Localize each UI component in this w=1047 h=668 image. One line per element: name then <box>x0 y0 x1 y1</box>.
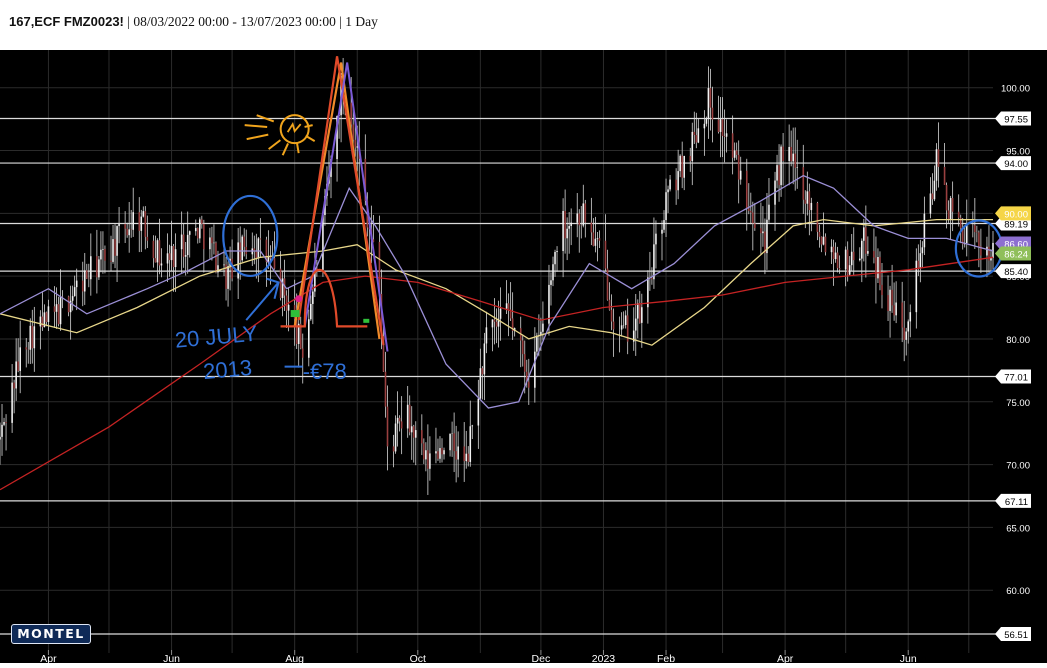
flower-icon <box>295 295 303 303</box>
range-details: | 08/03/2022 00:00 - 13/07/2023 00:00 | … <box>123 14 378 29</box>
x-tick-label: Aug <box>285 653 304 663</box>
current-price-label: 90.00 <box>1004 209 1028 220</box>
montel-logo: MONTEL <box>11 624 91 644</box>
symbol-label: 167,ECF FMZ0023! <box>9 14 124 29</box>
chart-area[interactable]: 20 JULY2013-€78 100.0095.0090.0085.0080.… <box>0 50 1047 665</box>
x-tick-label: Oct <box>410 653 426 663</box>
x-tick-label: Jun <box>163 653 180 663</box>
chart-header: 167,ECF FMZ0023! | 08/03/2022 00:00 - 13… <box>0 0 1047 50</box>
level-price-label: 94.00 <box>1004 159 1028 170</box>
annotation-arrow <box>245 277 280 321</box>
sun-ray <box>268 139 281 150</box>
annotation-text: -€78 <box>303 359 347 384</box>
x-tick-label: Apr <box>777 653 794 663</box>
x-tick-label: Dec <box>532 653 551 663</box>
moving-average-line <box>0 174 994 409</box>
sun-ray <box>295 142 300 154</box>
level-price-label: 56.51 <box>1004 630 1028 641</box>
grass-icon <box>363 318 370 323</box>
y-tick-label: 80.00 <box>1006 335 1030 346</box>
y-tick-label: 100.00 <box>1001 84 1030 95</box>
y-tick-label: 70.00 <box>1006 461 1030 472</box>
annotation-text: 2013 <box>202 355 253 384</box>
level-price-label: 97.55 <box>1004 114 1028 125</box>
sun-ray <box>304 124 313 128</box>
sun-ray <box>281 143 289 156</box>
level-price-label: 77.01 <box>1004 372 1028 383</box>
current-price-label: 86.24 <box>1004 250 1028 261</box>
y-tick-label: 60.00 <box>1006 586 1030 597</box>
level-price-label: 85.40 <box>1004 267 1028 278</box>
x-tick-label: Apr <box>40 653 57 663</box>
sun-ray <box>244 124 268 128</box>
chart-title: 167,ECF FMZ0023! | 08/03/2022 00:00 - 13… <box>9 14 378 30</box>
y-tick-label: 95.00 <box>1006 147 1030 158</box>
x-tick-label: Jun <box>900 653 917 663</box>
sun-ray <box>246 133 269 141</box>
moving-average-line <box>0 256 994 491</box>
level-price-label: 67.11 <box>1005 497 1028 508</box>
y-tick-label: 75.00 <box>1006 398 1030 409</box>
annotation-circle <box>222 194 279 278</box>
y-tick-label: 65.00 <box>1006 523 1030 534</box>
price-chart[interactable]: 20 JULY2013-€78 100.0095.0090.0085.0080.… <box>0 50 1047 665</box>
x-tick-label: 2023 <box>592 653 616 663</box>
annotation-text: 20 JULY <box>174 321 259 353</box>
x-tick-label: Feb <box>657 653 675 663</box>
grass-icon <box>290 310 300 318</box>
sun-ray <box>305 134 316 143</box>
level-price-label: 89.19 <box>1004 219 1028 230</box>
